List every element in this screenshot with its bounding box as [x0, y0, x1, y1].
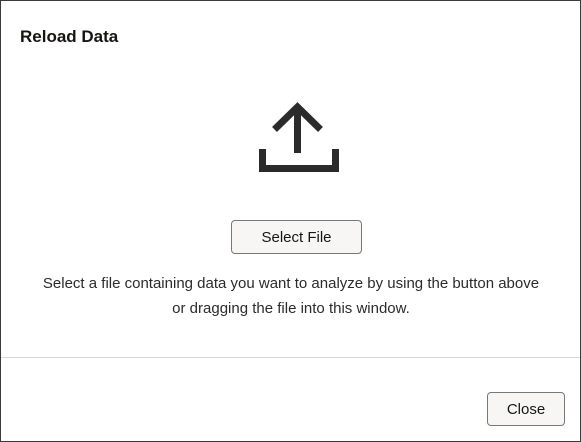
select-file-button[interactable]: Select File: [231, 220, 362, 254]
reload-data-dialog[interactable]: Reload Data Select File Select a file co…: [0, 0, 581, 442]
close-button[interactable]: Close: [487, 392, 565, 426]
dropzone-instructions: Select a file containing data you want t…: [42, 275, 540, 317]
dialog-title: Reload Data: [20, 27, 119, 46]
footer-divider: [1, 357, 580, 358]
upload-icon: [259, 102, 339, 172]
